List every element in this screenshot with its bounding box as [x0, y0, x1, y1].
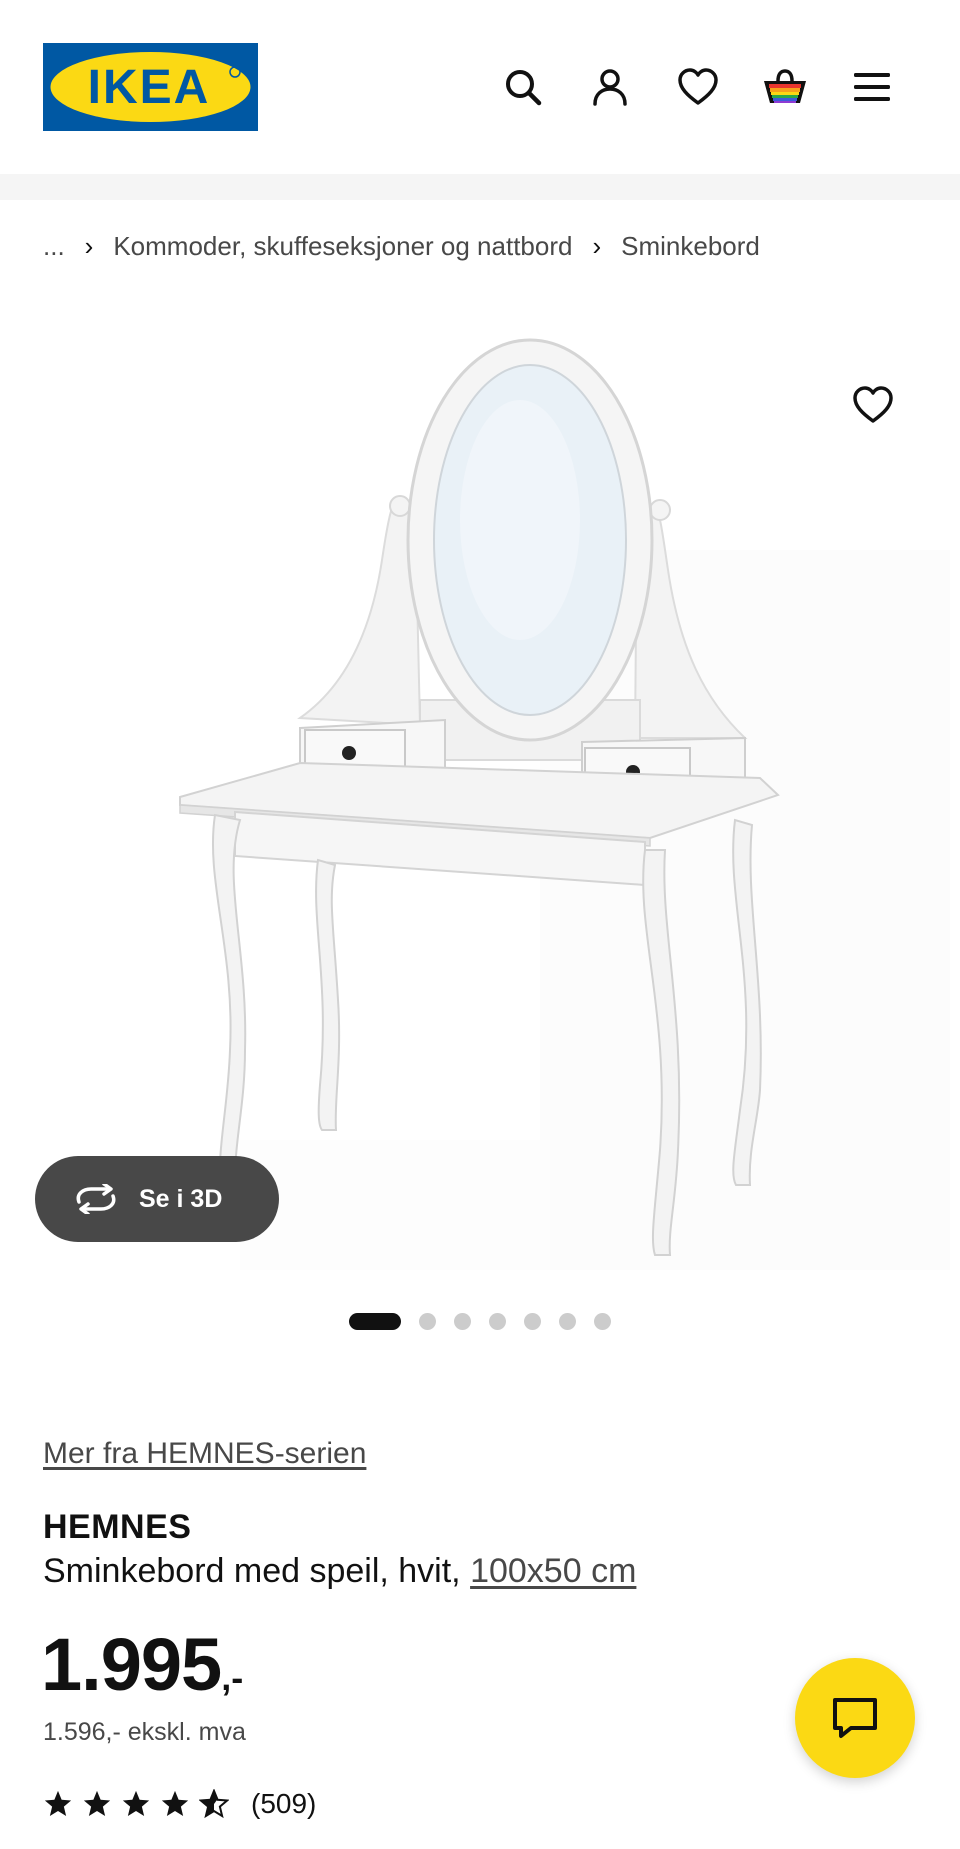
product-name: HEMNES — [43, 1508, 192, 1546]
view-in-3d-label: Se i 3D — [139, 1184, 223, 1213]
product-size-link[interactable]: 100x50 cm — [470, 1552, 636, 1590]
carousel-dot[interactable] — [419, 1312, 436, 1330]
heart-icon — [678, 68, 718, 105]
chat-button[interactable] — [795, 1658, 915, 1778]
product-price: 1.995 ,- — [41, 1622, 243, 1707]
price-excl-vat: 1.596,- ekskl. mva — [43, 1718, 246, 1746]
product-image[interactable] — [0, 320, 960, 1280]
search-icon — [506, 70, 542, 106]
star-half-icon — [199, 1789, 229, 1819]
star-full-icon — [122, 1790, 150, 1816]
rotate-3d-icon — [76, 1184, 116, 1214]
star-full-icon — [44, 1790, 72, 1816]
cart-button[interactable] — [760, 62, 810, 112]
heart-icon — [853, 386, 893, 423]
series-link[interactable]: Mer fra HEMNES-serien — [43, 1437, 366, 1471]
product-description: Sminkebord med speil, hvit, 100x50 cm — [43, 1552, 636, 1591]
breadcrumb-item-dressers[interactable]: Kommoder, skuffeseksjoner og nattbord — [113, 231, 572, 262]
logo-text: IKEA — [88, 61, 211, 114]
breadcrumb-separator: › — [592, 230, 602, 261]
basket-icon — [764, 69, 806, 103]
star-full-icon — [161, 1790, 189, 1816]
account-button[interactable] — [585, 62, 635, 112]
breadcrumb-item-dressing-tables[interactable]: Sminkebord — [621, 231, 760, 262]
breadcrumb-ellipsis[interactable]: ... — [43, 231, 65, 262]
price-suffix: ,- — [221, 1657, 244, 1698]
ikea-logo[interactable]: IKEA — [43, 43, 258, 131]
header-divider — [0, 174, 960, 200]
dressing-table-illustration — [179, 338, 950, 1270]
view-in-3d-button[interactable]: Se i 3D — [35, 1156, 279, 1242]
add-to-wishlist-button[interactable] — [846, 378, 900, 432]
rating-stars — [43, 1789, 229, 1819]
carousel-dot[interactable] — [594, 1312, 611, 1330]
product-description-text: Sminkebord med speil, hvit, — [43, 1552, 471, 1590]
star-full-icon — [83, 1790, 111, 1816]
breadcrumb: ... › Kommoder, skuffeseksjoner og nattb… — [43, 228, 760, 264]
rating-count: (509) — [251, 1788, 317, 1819]
carousel-dot[interactable] — [524, 1312, 541, 1330]
menu-icon — [854, 73, 890, 101]
wishlist-button[interactable] — [673, 62, 723, 112]
carousel-dot[interactable] — [559, 1312, 576, 1330]
site-header: IKEA — [0, 0, 960, 174]
carousel-dot-active[interactable] — [349, 1312, 401, 1330]
ikea-logo-mark: IKEA — [43, 43, 258, 131]
breadcrumb-separator: › — [84, 230, 94, 261]
menu-button[interactable] — [847, 62, 897, 112]
price-amount: 1.995 — [41, 1623, 222, 1706]
product-rating[interactable]: (509) — [43, 1784, 316, 1824]
user-icon — [593, 69, 627, 106]
carousel-dot[interactable] — [489, 1312, 506, 1330]
search-button[interactable] — [498, 62, 548, 112]
image-carousel-indicator — [349, 1311, 629, 1331]
carousel-dot[interactable] — [454, 1312, 471, 1330]
chat-icon — [833, 1698, 877, 1738]
